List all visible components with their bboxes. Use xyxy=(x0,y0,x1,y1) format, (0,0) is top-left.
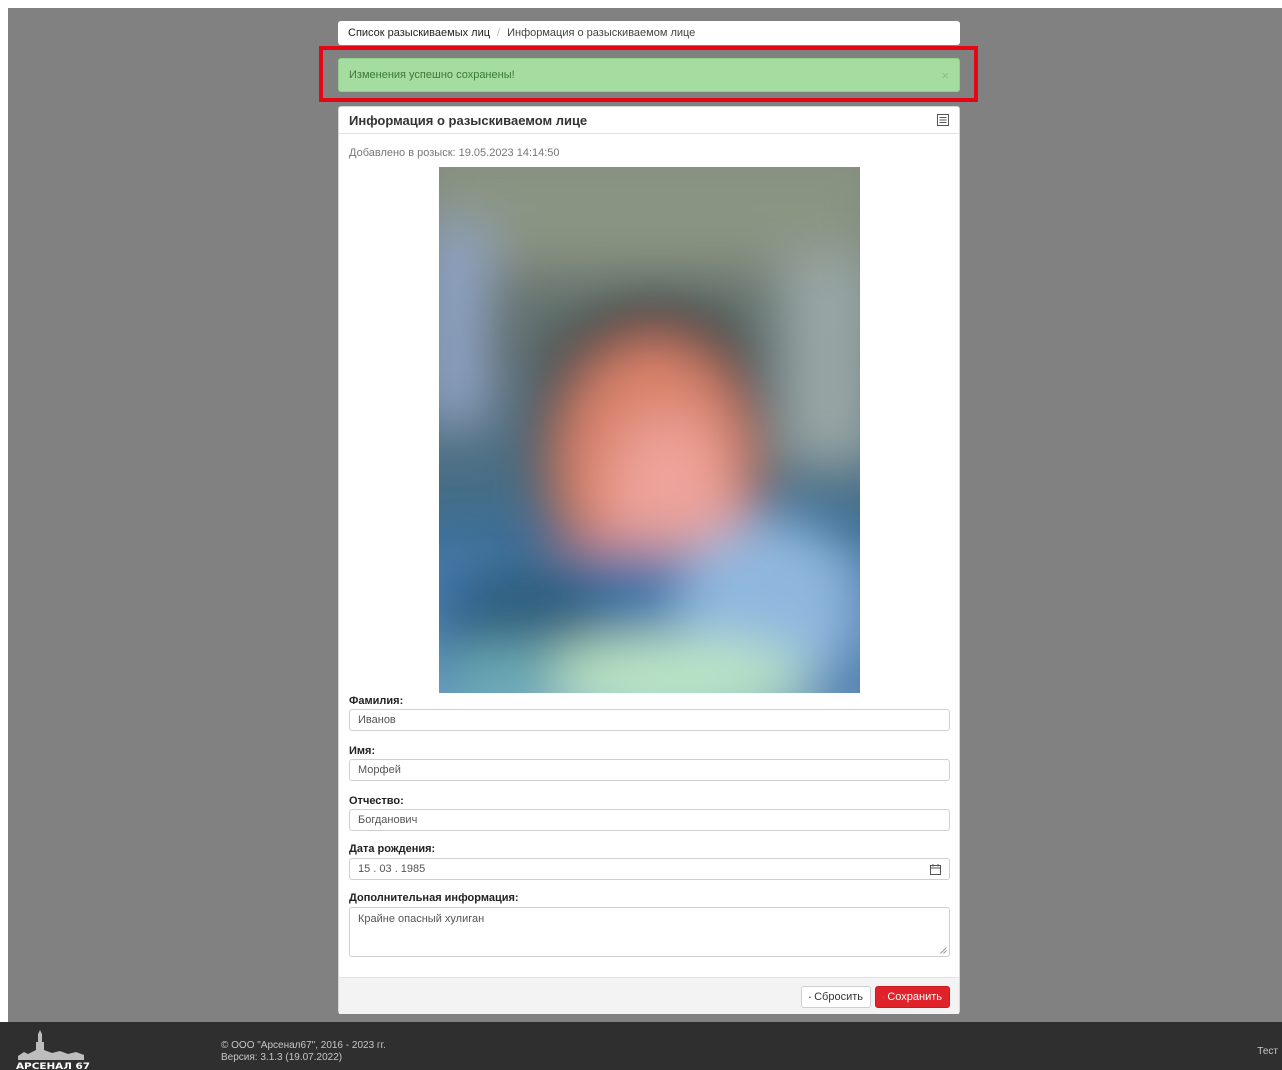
breadcrumb: Список разыскиваемых лиц / Информация о … xyxy=(338,21,960,45)
card-title: Информация о разыскиваемом лице xyxy=(349,112,588,128)
patronymic-input[interactable]: Богданович xyxy=(349,809,950,831)
patronymic-value: Богданович xyxy=(358,814,418,826)
check-icon xyxy=(883,996,885,998)
person-info-card: Информация о разыскиваемом лице Добавлен… xyxy=(338,106,960,1014)
svg-text:АРСЕНАЛ 67: АРСЕНАЛ 67 xyxy=(16,1062,90,1070)
copyright-text: © ООО "Арсенал67", 2016 - 2023 гг. xyxy=(221,1040,386,1051)
version-text: Версия: 3.1.3 (19.07.2022) xyxy=(221,1052,343,1063)
card-footer: Сбросить Сохранить xyxy=(339,977,959,1014)
reset-label: Сбросить xyxy=(814,991,863,1003)
patronymic-label: Отчество: xyxy=(349,795,404,807)
birthdate-input[interactable]: 15 . 03 . 1985 xyxy=(349,858,950,880)
arsenal67-logo: АРСЕНАЛ 67 xyxy=(16,1030,90,1070)
reset-button[interactable]: Сбросить xyxy=(801,986,871,1008)
birthdate-value: 15 . 03 . 1985 xyxy=(358,863,426,875)
breadcrumb-current: Информация о разыскиваемом лице xyxy=(507,27,696,39)
save-label: Сохранить xyxy=(887,991,942,1003)
resize-grip-icon[interactable] xyxy=(940,947,947,954)
breadcrumb-separator: / xyxy=(497,27,501,39)
calendar-icon[interactable] xyxy=(930,863,941,875)
footer-copyright: © ООО "Арсенал67", 2016 - 2023 гг. Верси… xyxy=(221,1040,386,1064)
name-input[interactable]: Морфей xyxy=(349,759,950,781)
additional-info-textarea[interactable]: Крайне опасный хулиган xyxy=(349,907,950,957)
footer-test-label: Тест xyxy=(1257,1046,1278,1057)
surname-input[interactable]: Иванов xyxy=(349,709,950,731)
list-icon[interactable] xyxy=(937,114,949,126)
name-value: Морфей xyxy=(358,764,401,776)
name-label: Имя: xyxy=(349,745,376,757)
additional-info-label: Дополнительная информация: xyxy=(349,892,519,904)
surname-value: Иванов xyxy=(358,714,396,726)
eraser-icon xyxy=(809,996,812,998)
surname-label: Фамилия: xyxy=(349,695,404,707)
person-photo xyxy=(439,167,860,693)
added-date: Добавлено в розыск: 19.05.2023 14:14:50 xyxy=(349,147,560,159)
save-button[interactable]: Сохранить xyxy=(875,986,950,1008)
additional-info-value: Крайне опасный хулиган xyxy=(358,913,485,925)
birthdate-label: Дата рождения: xyxy=(349,843,436,855)
highlight-annotation xyxy=(319,46,978,102)
card-header: Информация о разыскиваемом лице xyxy=(339,107,959,134)
page-footer: АРСЕНАЛ 67 © ООО "Арсенал67", 2016 - 202… xyxy=(0,1022,1282,1070)
breadcrumb-link-list[interactable]: Список разыскиваемых лиц xyxy=(348,27,490,39)
